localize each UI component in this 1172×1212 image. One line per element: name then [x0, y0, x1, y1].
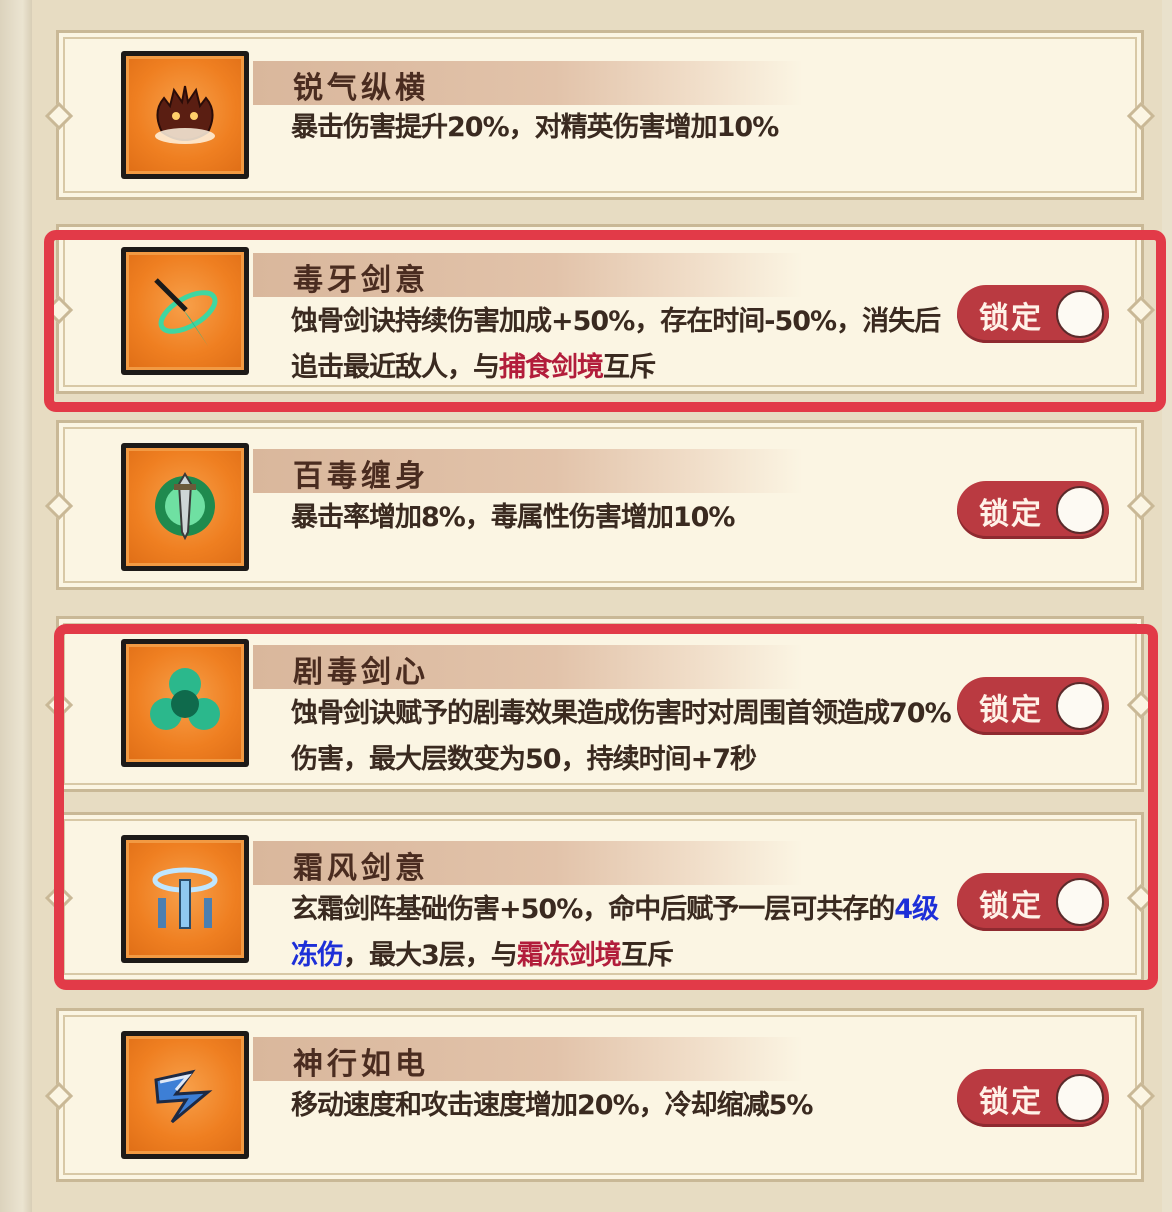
annotation-box: [54, 624, 1158, 990]
skill-icon-frame: [121, 443, 249, 571]
skill-title: 神行如电: [293, 1047, 429, 1082]
toxic-blade-icon: [155, 472, 215, 541]
annotation-box: [44, 230, 1166, 412]
skill-card-baidu: 百毒缠身 暴击率增加8%，毒属性伤害增加10% 锁定: [56, 420, 1144, 590]
skill-title: 锐气纵横: [293, 71, 429, 106]
skill-description: 暴击伤害提升20%，对精英伤害增加10%: [291, 112, 779, 143]
skill-icon-frame: [121, 1031, 249, 1159]
skill-card-shenxing: 神行如电 移动速度和攻击速度增加20%，冷却缩减5% 锁定: [56, 1008, 1144, 1182]
skill-description: 移动速度和攻击速度增加20%，冷却缩减5%: [291, 1090, 813, 1121]
lock-toggle[interactable]: 锁定: [957, 1069, 1109, 1127]
toggle-knob: [1056, 1074, 1104, 1122]
skill-card-ruiqi: 锐气纵横 暴击伤害提升20%，对精英伤害增加10%: [56, 30, 1144, 200]
skill-title: 百毒缠身: [293, 459, 429, 494]
demon-head-icon: [155, 85, 215, 144]
skill-icon-frame: [121, 51, 249, 179]
skill-description: 暴击率增加8%，毒属性伤害增加10%: [291, 502, 735, 533]
toggle-knob: [1056, 486, 1104, 534]
background-edge: [0, 0, 32, 1212]
lightning-arrow-icon: [154, 1069, 213, 1124]
lock-toggle[interactable]: 锁定: [957, 481, 1109, 539]
